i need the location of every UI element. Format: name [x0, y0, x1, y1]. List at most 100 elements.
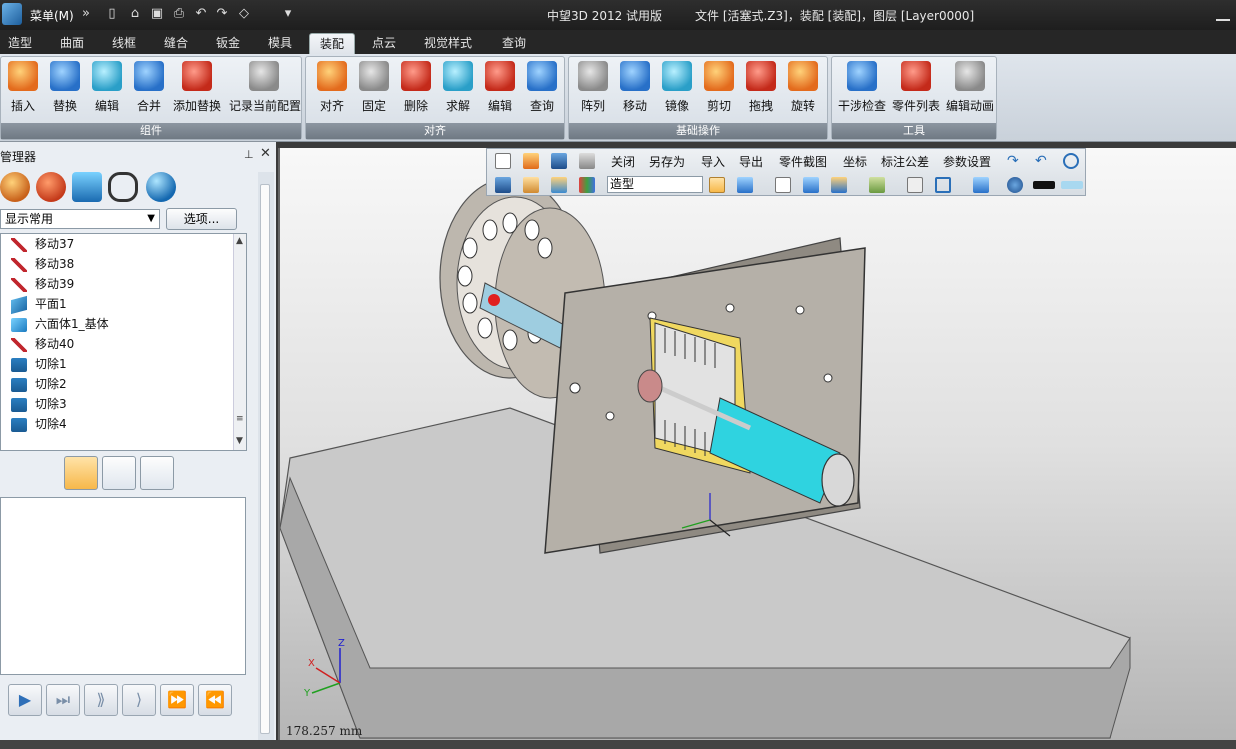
parameters-button[interactable]: 参数设置: [943, 153, 991, 170]
tab-pointcloud[interactable]: 点云: [364, 33, 404, 54]
texture-icon[interactable]: [869, 177, 885, 193]
shape-icon[interactable]: [551, 177, 567, 193]
play-icon[interactable]: ▶: [8, 684, 42, 716]
tree-item[interactable]: 切除2: [11, 374, 67, 394]
fit-view-icon[interactable]: [907, 177, 923, 193]
coordinate-button[interactable]: 坐标: [843, 153, 867, 170]
tab-assembly[interactable]: 装配: [309, 33, 355, 54]
move-button[interactable]: 移动: [613, 61, 657, 121]
iso-view-icon[interactable]: [737, 177, 753, 193]
tab-sheetmetal[interactable]: 钣金: [208, 33, 248, 54]
export-button[interactable]: 导出: [739, 153, 763, 170]
undo-icon[interactable]: ↶: [1035, 153, 1051, 169]
tab-query[interactable]: 查询: [494, 33, 534, 54]
tree-item[interactable]: 切除3: [11, 394, 67, 414]
close-icon[interactable]: ✕: [260, 146, 271, 161]
panel-splitter[interactable]: [258, 172, 274, 742]
open-file-icon[interactable]: ⌂: [127, 6, 143, 22]
cut-button[interactable]: 剪切: [697, 61, 741, 121]
tab-visual-style[interactable]: 视觉样式: [418, 33, 478, 54]
scroll-down-icon[interactable]: ▼: [236, 436, 243, 446]
tree-scrollbar[interactable]: ▲ ≡ ▼: [233, 234, 246, 450]
add-replace-button[interactable]: 添加替换: [173, 61, 221, 121]
wireframe-cube-icon[interactable]: [775, 177, 791, 193]
display-filter-select[interactable]: 显示常用 ▼: [0, 209, 160, 229]
tree-item[interactable]: 移动37: [11, 234, 74, 254]
tab-mold[interactable]: 模具: [260, 33, 300, 54]
tree-item[interactable]: 切除4: [11, 414, 67, 434]
lighting-icon[interactable]: [1007, 177, 1023, 193]
fast-forward-icon[interactable]: ⏩: [160, 684, 194, 716]
scroll-thumb-icon[interactable]: ≡: [236, 414, 244, 424]
step-end-icon[interactable]: ⟩: [122, 684, 156, 716]
minimize-icon[interactable]: [1216, 9, 1230, 21]
new-file-icon[interactable]: [495, 153, 511, 169]
save-icon[interactable]: [551, 153, 567, 169]
record-config-button[interactable]: 记录当前配置: [229, 61, 301, 121]
tree-item[interactable]: 移动40: [11, 334, 74, 354]
delete-constraint-button[interactable]: 删除: [394, 61, 438, 121]
tree-item[interactable]: 移动38: [11, 254, 74, 274]
align-button[interactable]: 对齐: [310, 61, 354, 121]
step-forward-icon[interactable]: ⏭: [46, 684, 80, 716]
tab-wireframe[interactable]: 线框: [104, 33, 144, 54]
redo-icon[interactable]: ↷: [214, 6, 230, 22]
tab-stitch[interactable]: 缝合: [156, 33, 196, 54]
tree-item[interactable]: 移动39: [11, 274, 74, 294]
save-icon[interactable]: ▣: [149, 6, 165, 22]
tree-view-icon[interactable]: [102, 456, 136, 490]
open-file-icon[interactable]: [523, 153, 539, 169]
undo-icon[interactable]: ↶: [193, 6, 209, 22]
interference-check-button[interactable]: 干涉检查: [836, 61, 888, 121]
scroll-up-icon[interactable]: ▲: [236, 236, 243, 246]
color-light-swatch[interactable]: [1061, 181, 1083, 189]
layers-icon[interactable]: [72, 172, 102, 202]
edit-animation-button[interactable]: 编辑动画: [944, 61, 996, 121]
front-view-icon[interactable]: [803, 177, 819, 193]
select-filter-icon[interactable]: [1063, 153, 1079, 169]
merge-button[interactable]: 合并: [127, 61, 171, 121]
drag-button[interactable]: 拖拽: [739, 61, 783, 121]
splitter-handle[interactable]: [260, 184, 270, 734]
menu-button[interactable]: 菜单(M): [30, 7, 74, 24]
import-button[interactable]: 导入: [701, 153, 725, 170]
mirror-button[interactable]: 镜像: [655, 61, 699, 121]
tree-item[interactable]: 六面体1_基体: [11, 314, 109, 334]
select-filter-icon[interactable]: ◇: [236, 6, 252, 22]
array-button[interactable]: 阵列: [571, 61, 615, 121]
options-button[interactable]: 选项...: [166, 208, 237, 230]
tree-item[interactable]: 平面1: [11, 294, 67, 314]
shaded-view-icon[interactable]: [709, 177, 725, 193]
model-canvas[interactable]: Z X Y: [280, 148, 1236, 740]
color-black-swatch[interactable]: [1033, 181, 1055, 189]
globe-icon[interactable]: [146, 172, 176, 202]
app-logo-icon[interactable]: [2, 3, 22, 25]
insert-button[interactable]: 插入: [1, 61, 45, 121]
query-constraint-button[interactable]: 查询: [520, 61, 564, 121]
hierarchy-view-icon[interactable]: [140, 456, 174, 490]
tab-surface[interactable]: 曲面: [52, 33, 92, 54]
rotate-button[interactable]: 旋转: [781, 61, 825, 121]
parts-list-button[interactable]: 零件列表: [890, 61, 942, 121]
replace-button[interactable]: 替换: [43, 61, 87, 121]
customize-quick-access-icon[interactable]: ▾: [280, 6, 296, 22]
fix-button[interactable]: 固定: [352, 61, 396, 121]
print-icon[interactable]: ⎙: [171, 6, 187, 22]
redo-icon[interactable]: ↷: [1007, 153, 1023, 169]
assembly-manager-icon[interactable]: [36, 172, 66, 202]
chart-icon[interactable]: [579, 177, 595, 193]
display-icon[interactable]: [973, 177, 989, 193]
glasses-icon[interactable]: [108, 172, 138, 202]
close-button[interactable]: 关闭: [611, 153, 635, 170]
edit-constraint-button[interactable]: 编辑: [478, 61, 522, 121]
list-view-icon[interactable]: [64, 456, 98, 490]
chevron-more-icon[interactable]: »: [78, 6, 94, 22]
tab-modeling[interactable]: 造型: [0, 33, 40, 54]
eraser-icon[interactable]: [523, 177, 539, 193]
part-screenshot-button[interactable]: 零件截图: [779, 153, 827, 170]
render-mode-icon[interactable]: [831, 177, 847, 193]
step-icon[interactable]: ⟫: [84, 684, 118, 716]
section-view-icon[interactable]: [935, 177, 951, 193]
mode-select[interactable]: 造型: [607, 176, 703, 193]
rewind-icon[interactable]: ⏪: [198, 684, 232, 716]
